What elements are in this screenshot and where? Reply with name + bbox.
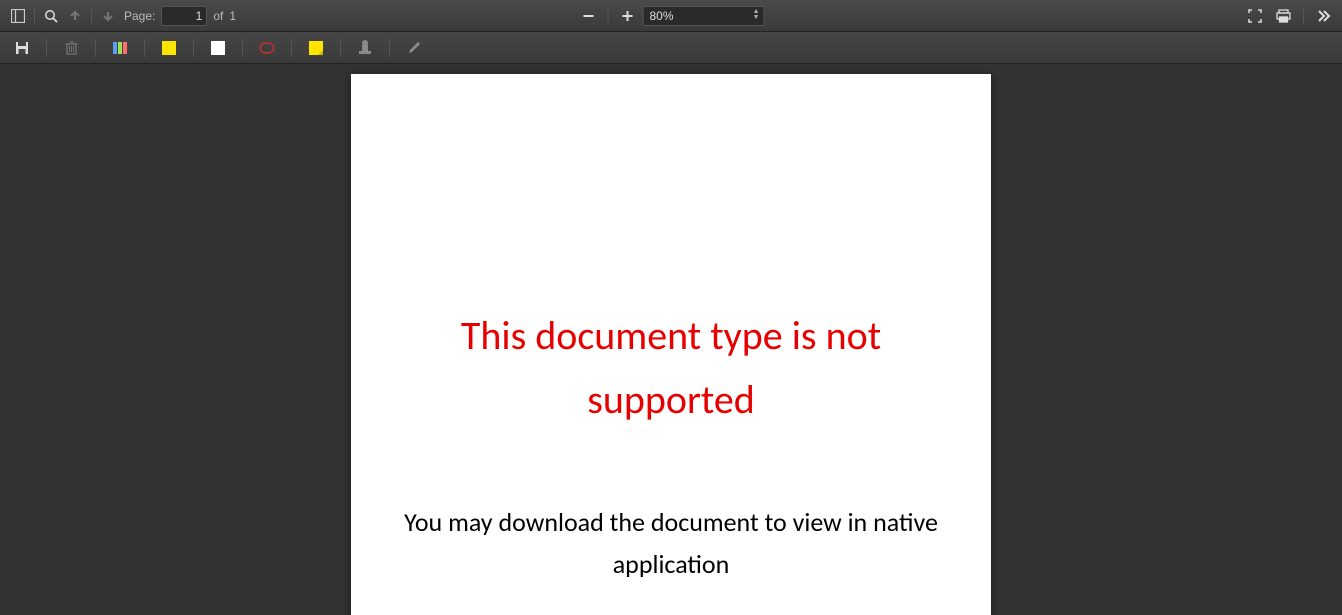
page-of-label: of bbox=[213, 9, 223, 23]
page-nav-group: Page: of 1 bbox=[124, 6, 236, 26]
document-page: This document type is not supported You … bbox=[351, 74, 991, 615]
highlight-white-icon[interactable] bbox=[206, 36, 230, 60]
zoom-value: 80% bbox=[650, 9, 674, 23]
search-icon[interactable] bbox=[39, 4, 63, 28]
sticky-note-icon[interactable] bbox=[304, 36, 328, 60]
zoom-out-button[interactable] bbox=[578, 6, 600, 26]
viewer-area: This document type is not supported You … bbox=[0, 64, 1342, 615]
page-number-input[interactable] bbox=[161, 6, 207, 26]
pencil-icon[interactable] bbox=[402, 36, 426, 60]
highlight-yellow-icon[interactable] bbox=[157, 36, 181, 60]
page-label: Page: bbox=[124, 9, 155, 23]
stamp-icon[interactable] bbox=[353, 36, 377, 60]
separator bbox=[242, 39, 243, 57]
separator bbox=[34, 7, 35, 25]
ellipse-annotation-icon[interactable] bbox=[255, 36, 279, 60]
sidebar-toggle-icon[interactable] bbox=[6, 4, 30, 28]
delete-icon[interactable] bbox=[59, 36, 83, 60]
more-tools-icon[interactable] bbox=[1312, 4, 1336, 28]
separator bbox=[608, 7, 609, 25]
highlight-multi-icon[interactable] bbox=[108, 36, 132, 60]
viewer-scroll[interactable]: This document type is not supported You … bbox=[0, 64, 1342, 615]
toolbar-right-group bbox=[1243, 4, 1336, 28]
separator bbox=[193, 39, 194, 57]
separator bbox=[144, 39, 145, 57]
error-subtext: You may download the document to view in… bbox=[391, 502, 951, 585]
page-total: 1 bbox=[229, 9, 236, 23]
next-page-icon[interactable] bbox=[96, 4, 120, 28]
separator bbox=[95, 39, 96, 57]
zoom-level-select[interactable]: 80% ▲▼ bbox=[643, 6, 765, 26]
separator bbox=[291, 39, 292, 57]
print-icon[interactable] bbox=[1271, 4, 1295, 28]
separator bbox=[389, 39, 390, 57]
separator bbox=[1303, 7, 1304, 25]
main-toolbar: Page: of 1 80% ▲▼ bbox=[0, 0, 1342, 32]
prev-page-icon[interactable] bbox=[63, 4, 87, 28]
save-icon[interactable] bbox=[10, 36, 34, 60]
separator bbox=[91, 7, 92, 25]
fullscreen-icon[interactable] bbox=[1243, 4, 1267, 28]
separator bbox=[46, 39, 47, 57]
zoom-in-button[interactable] bbox=[617, 6, 639, 26]
zoom-group: 80% ▲▼ bbox=[578, 6, 765, 26]
separator bbox=[340, 39, 341, 57]
dropdown-arrows-icon: ▲▼ bbox=[753, 9, 760, 21]
error-message: This document type is not supported bbox=[391, 304, 951, 432]
annotation-toolbar bbox=[0, 32, 1342, 64]
